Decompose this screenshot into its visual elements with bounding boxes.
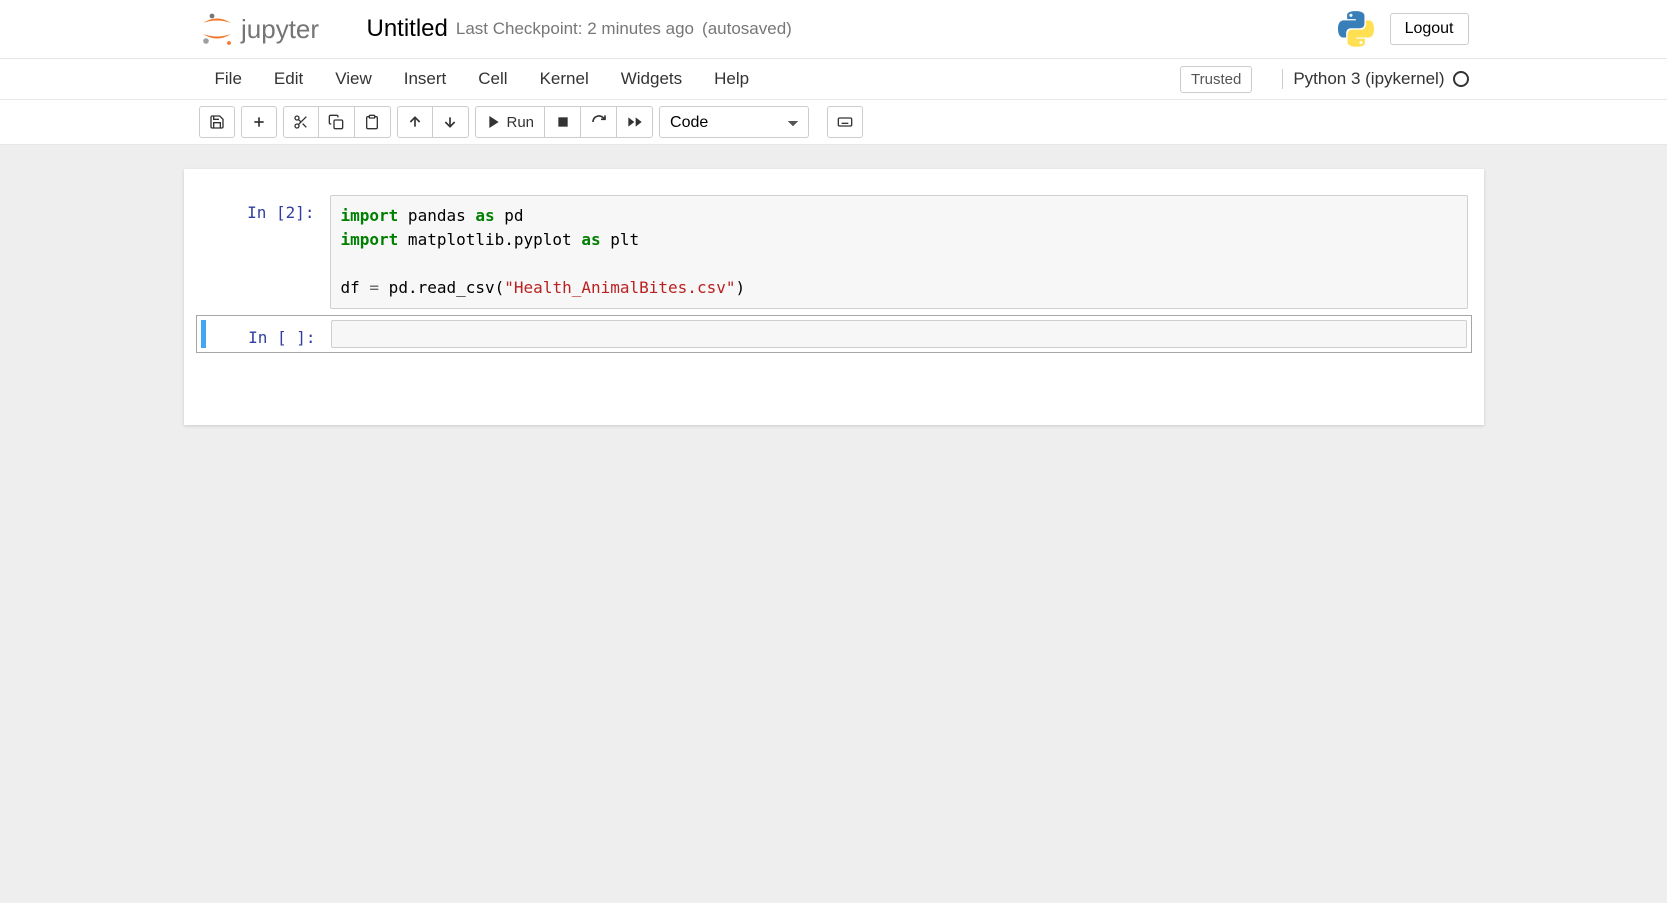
cell-type-select[interactable]: Code [659, 106, 809, 138]
trusted-badge[interactable]: Trusted [1180, 66, 1252, 93]
command-palette-button[interactable] [827, 106, 863, 138]
stop-icon [555, 114, 571, 130]
menu-file[interactable]: File [199, 61, 258, 97]
restart-run-all-button[interactable] [617, 106, 653, 138]
menu-widgets[interactable]: Widgets [605, 61, 698, 97]
input-prompt: In [ ]: [212, 320, 322, 347]
kernel-name[interactable]: Python 3 (ipykernel) [1282, 69, 1444, 89]
menu-view[interactable]: View [319, 61, 388, 97]
cut-cell-button[interactable] [283, 106, 319, 138]
logout-button[interactable]: Logout [1390, 13, 1469, 45]
menu-edit[interactable]: Edit [258, 61, 319, 97]
input-prompt: In [2]: [211, 195, 321, 222]
move-cell-down-button[interactable] [433, 106, 469, 138]
code-input[interactable]: import pandas as pdimport matplotlib.pyp… [330, 195, 1468, 309]
code-input[interactable] [331, 320, 1467, 348]
run-label: Run [507, 114, 535, 131]
toolbar: Run Code [0, 100, 1667, 145]
scissors-icon [293, 114, 309, 130]
paste-icon [364, 114, 380, 130]
arrow-down-icon [442, 114, 458, 130]
restart-icon [591, 114, 607, 130]
keyboard-icon [837, 114, 853, 130]
menu-insert[interactable]: Insert [388, 61, 463, 97]
play-icon [486, 114, 502, 130]
run-button[interactable]: Run [475, 106, 546, 138]
jupyter-logo[interactable]: jupyter [199, 10, 349, 48]
svg-text:jupyter: jupyter [240, 14, 319, 44]
checkpoint-status: Last Checkpoint: 2 minutes ago [456, 19, 694, 39]
move-cell-up-button[interactable] [397, 106, 433, 138]
save-button[interactable] [199, 106, 235, 138]
code-cell[interactable]: In [2]: import pandas as pdimport matplot… [196, 191, 1472, 313]
autosave-status: (autosaved) [702, 19, 792, 39]
menu-help[interactable]: Help [698, 61, 765, 97]
notebook-name[interactable]: Untitled [367, 15, 448, 43]
arrow-up-icon [407, 114, 423, 130]
insert-cell-below-button[interactable] [241, 106, 277, 138]
plus-icon [251, 114, 267, 130]
menubar: FileEditViewInsertCellKernelWidgetsHelp … [0, 59, 1667, 100]
python-logo-icon [1338, 11, 1374, 47]
copy-cell-button[interactable] [319, 106, 355, 138]
save-icon [209, 114, 225, 130]
notebook-header: jupyter Untitled Last Checkpoint: 2 minu… [0, 0, 1667, 59]
fast-forward-icon [627, 114, 643, 130]
paste-cell-button[interactable] [355, 106, 391, 138]
menu-kernel[interactable]: Kernel [524, 61, 605, 97]
menu-cell[interactable]: Cell [462, 61, 523, 97]
interrupt-kernel-button[interactable] [545, 106, 581, 138]
copy-icon [328, 114, 344, 130]
restart-kernel-button[interactable] [581, 106, 617, 138]
kernel-idle-icon [1453, 71, 1469, 87]
code-cell[interactable]: In [ ]: [196, 315, 1472, 353]
notebook-container: In [2]: import pandas as pdimport matplot… [184, 169, 1484, 425]
